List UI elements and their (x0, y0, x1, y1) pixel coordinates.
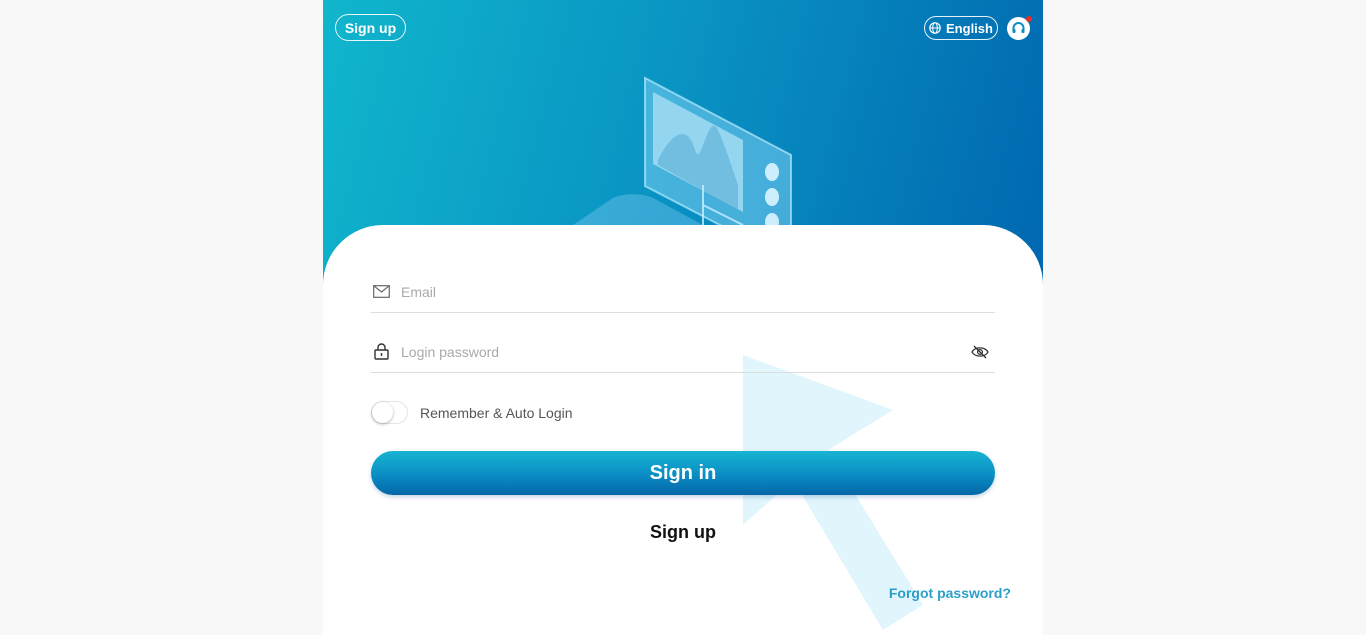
remember-toggle[interactable] (371, 401, 408, 424)
password-field (371, 331, 995, 373)
headset-icon (1012, 22, 1025, 33)
eye-off-icon[interactable] (970, 342, 990, 362)
notification-dot (1026, 16, 1032, 22)
signin-label: Sign in (649, 461, 717, 484)
language-selector[interactable]: English (924, 16, 998, 40)
signin-button[interactable]: Sign in (371, 451, 995, 495)
remember-label: Remember & Auto Login (420, 404, 573, 421)
support-button[interactable] (1007, 16, 1032, 40)
login-screen: Sign up English Email Remember & Auto Lo… (323, 0, 1043, 635)
signup-top-button[interactable]: Sign up (335, 14, 406, 41)
password-input[interactable] (401, 343, 970, 360)
forgot-password-link[interactable]: Forgot password? (889, 585, 1011, 601)
signup-top-label: Sign up (344, 19, 397, 36)
signup-link[interactable]: Sign up (323, 522, 1043, 543)
login-card: Remember & Auto Login Sign in Sign up Fo… (323, 225, 1043, 635)
remember-row: Remember & Auto Login (371, 401, 573, 424)
email-input[interactable] (401, 283, 995, 300)
language-label: English (946, 20, 993, 36)
toggle-knob (372, 402, 393, 423)
mail-icon (372, 283, 390, 301)
email-field (371, 271, 995, 313)
globe-icon (929, 22, 941, 34)
lock-icon (372, 343, 390, 361)
